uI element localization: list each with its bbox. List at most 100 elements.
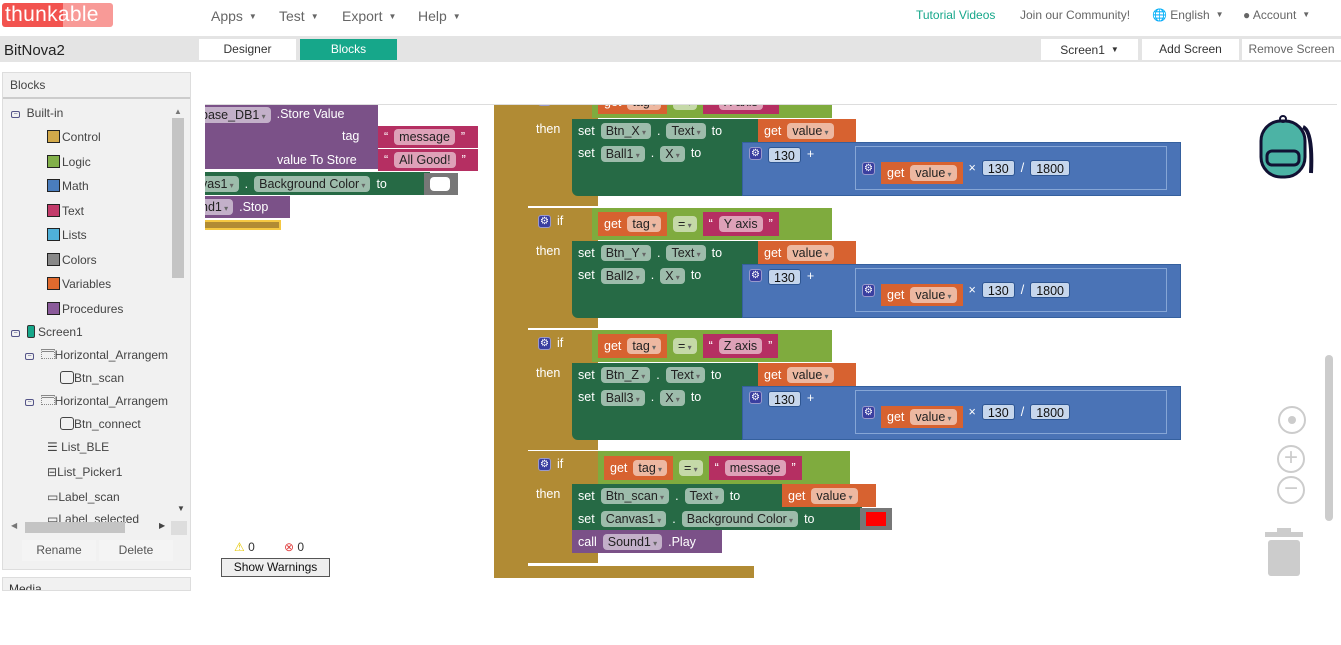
number-block[interactable]: 1800 — [1030, 282, 1070, 298]
get-tag-block[interactable]: gettag — [598, 212, 668, 236]
component-dropdown[interactable]: Btn_Z — [600, 366, 651, 383]
get-tag-block[interactable]: gettag — [598, 105, 668, 114]
number-block[interactable]: 130 — [768, 269, 801, 285]
set-text-block[interactable]: set Btn_X. Textto — [572, 119, 758, 142]
component-dropdown[interactable]: vas1 — [205, 175, 239, 192]
tree-component-btn_scan[interactable]: Btn_scan — [60, 370, 124, 386]
recenter-icon[interactable] — [1278, 406, 1306, 434]
get-tag-block[interactable]: gettag — [598, 334, 668, 358]
get-value-block[interactable]: get value — [881, 406, 963, 428]
text-value[interactable]: Y axis — [718, 216, 763, 232]
operator-dropdown[interactable]: = — [673, 105, 697, 110]
tree-horizontal-scrollbar[interactable]: ◀ ▶ — [11, 521, 187, 535]
number-block[interactable]: 130 — [981, 404, 1015, 420]
component-dropdown[interactable]: Btn_Y — [600, 244, 651, 261]
tree-component-horizontal_arrangem[interactable]: − Horizontal_Arrangem — [25, 347, 168, 363]
text-value[interactable]: Z axis — [718, 338, 763, 354]
component-dropdown[interactable]: Ball2 — [600, 268, 645, 284]
tree-category-logic[interactable]: Logic — [47, 154, 91, 170]
number-block[interactable]: 1800 — [1030, 160, 1070, 176]
collapse-icon[interactable]: − — [11, 330, 20, 337]
number-block[interactable]: 130 — [768, 147, 801, 163]
tree-category-procedures[interactable]: Procedures — [47, 301, 123, 317]
rename-button[interactable]: Rename — [22, 540, 96, 561]
component-dropdown[interactable]: Ball3 — [600, 390, 645, 406]
tree-component-screen1[interactable]: − Screen1 — [11, 324, 83, 340]
number-block[interactable]: 130 — [768, 391, 801, 407]
mutator-gear-icon[interactable]: ⚙ — [749, 391, 762, 404]
operator-dropdown[interactable]: = — [673, 216, 697, 232]
scroll-down-icon[interactable]: ▼ — [177, 504, 185, 513]
property-dropdown[interactable]: Background Color — [254, 175, 371, 192]
collapse-icon[interactable]: − — [25, 353, 34, 360]
component-dropdown[interactable]: Btn_scan — [600, 487, 670, 504]
tree-builtin[interactable]: − Built-in — [11, 105, 63, 121]
media-panel[interactable]: Media — [2, 577, 191, 591]
menu-help[interactable]: Help ▼ — [418, 8, 461, 24]
tree-vertical-scrollbar[interactable]: ▲ — [172, 107, 184, 283]
property-dropdown[interactable]: Text — [665, 366, 705, 383]
mutator-gear-icon[interactable]: ⚙ — [538, 214, 551, 228]
screen-select[interactable]: Screen1 ▼ — [1041, 39, 1138, 60]
property-dropdown[interactable]: X — [660, 146, 685, 162]
get-value-block[interactable]: get value — [782, 484, 876, 507]
collapse-icon[interactable]: − — [11, 111, 20, 118]
tree-component-horizontal_arrangem[interactable]: − Horizontal_Arrangem — [25, 393, 168, 409]
property-dropdown[interactable]: Background Color — [681, 510, 799, 527]
divide-block[interactable]: ⚙ get value × 130 / 1800 — [855, 268, 1167, 312]
tree-component-list_picker1[interactable]: ⊟List_Picker1 — [47, 464, 122, 480]
mutator-gear-icon[interactable]: ⚙ — [862, 405, 875, 419]
tutorial-videos-link[interactable]: Tutorial Videos — [916, 8, 995, 22]
tree-component-list_ble[interactable]: ☰ List_BLE — [47, 439, 109, 455]
call-sound-play-block[interactable]: call Sound1 .Play — [572, 530, 722, 553]
add-screen-button[interactable]: Add Screen — [1142, 39, 1239, 60]
property-dropdown[interactable]: Text — [666, 122, 706, 139]
set-x-block[interactable]: set Ball2. Xto — [572, 264, 742, 318]
tree-category-control[interactable]: Control — [47, 129, 101, 145]
text-value[interactable]: message — [724, 459, 786, 476]
number-block[interactable]: 130 — [981, 160, 1015, 176]
set-text-block[interactable]: set Btn_Z. Textto — [572, 363, 758, 386]
text-value[interactable]: X axis — [718, 105, 763, 110]
property-dropdown[interactable]: Text — [666, 244, 706, 261]
workspace-scrollbar[interactable] — [1325, 355, 1333, 521]
trash-icon[interactable] — [1265, 528, 1303, 581]
selected-highlight[interactable] — [205, 220, 281, 230]
menu-apps[interactable]: Apps ▼ — [211, 8, 257, 24]
mutator-gear-icon[interactable]: ⚙ — [538, 457, 551, 471]
component-dropdown[interactable]: Canvas1 — [600, 510, 667, 527]
text-value[interactable]: message — [394, 129, 455, 145]
show-warnings-button[interactable]: Show Warnings — [221, 558, 330, 577]
language-menu[interactable]: 🌐 English ▼ — [1152, 8, 1224, 22]
component-dropdown[interactable]: Btn_X — [600, 122, 651, 139]
variable-dropdown[interactable]: tag — [627, 338, 662, 354]
remove-screen-button[interactable]: Remove Screen — [1242, 39, 1341, 60]
text-block[interactable]: “ Z axis ” — [702, 334, 779, 358]
tinydb-dropdown[interactable]: base_DB1 — [205, 107, 271, 123]
component-dropdown[interactable]: Ball1 — [600, 146, 645, 162]
mutator-gear-icon[interactable]: ⚙ — [538, 105, 551, 106]
color-block-red[interactable] — [860, 508, 892, 530]
set-text-block[interactable]: set Btn_scan. Textto — [572, 484, 782, 507]
text-block[interactable]: “ X axis ” — [702, 105, 779, 114]
zoom-in-icon[interactable]: + — [1277, 445, 1305, 473]
get-tag-block[interactable]: gettag — [604, 455, 674, 480]
sound-dropdown[interactable]: Sound1 — [602, 533, 663, 550]
mutator-gear-icon[interactable]: ⚙ — [749, 269, 762, 282]
variable-dropdown[interactable]: value — [910, 165, 957, 181]
variable-dropdown[interactable]: tag — [627, 216, 662, 232]
color-swatch[interactable] — [866, 512, 886, 526]
if-header[interactable]: ⚙ if — [532, 212, 569, 230]
delete-button[interactable]: Delete — [99, 540, 173, 561]
tree-category-colors[interactable]: Colors — [47, 252, 97, 268]
property-dropdown[interactable]: Text — [684, 487, 724, 504]
text-block-value[interactable]: “ All Good! ” — [378, 149, 478, 171]
variable-dropdown[interactable]: value — [787, 366, 834, 383]
mutator-gear-icon[interactable]: ⚙ — [538, 336, 551, 350]
tree-category-text[interactable]: Text — [47, 203, 84, 219]
menu-export[interactable]: Export ▼ — [342, 8, 396, 24]
get-value-block[interactable]: get value — [881, 284, 963, 306]
sound-dropdown[interactable]: nd1 — [205, 199, 234, 215]
variable-dropdown[interactable]: value — [787, 122, 834, 139]
collapse-icon[interactable]: − — [25, 399, 34, 406]
